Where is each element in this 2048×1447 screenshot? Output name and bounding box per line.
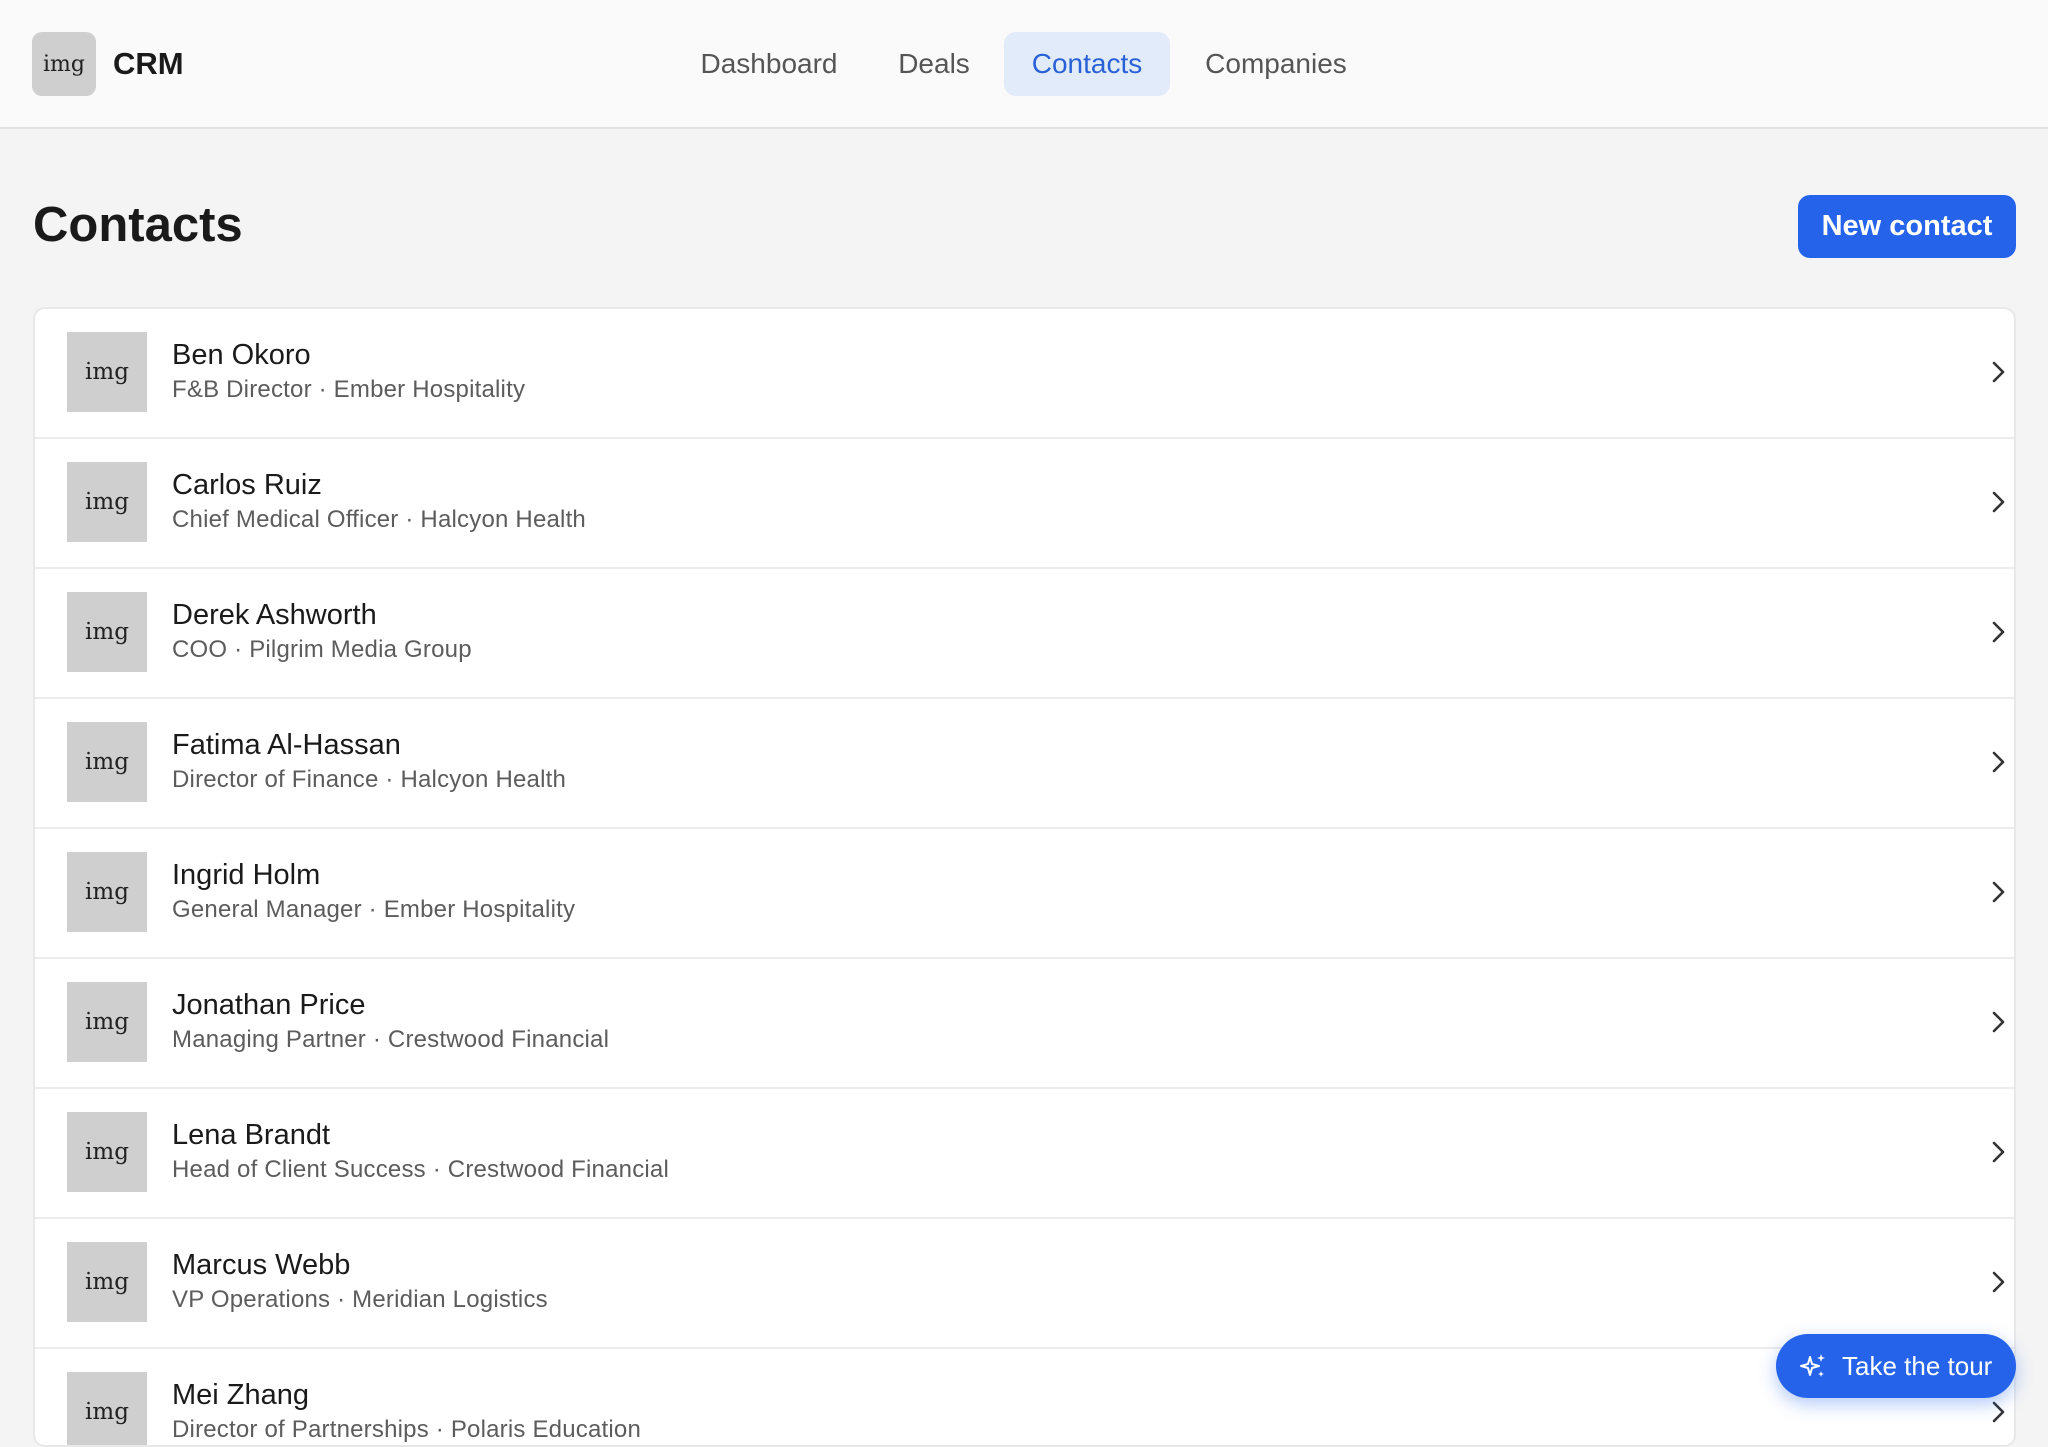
chevron-right-icon xyxy=(1992,1401,2005,1423)
avatar: img xyxy=(67,332,147,412)
contact-name: Lena Brandt xyxy=(172,1119,331,1151)
avatar: img xyxy=(67,462,147,542)
contact-row[interactable]: img Derek Ashworth COO · Pilgrim Media G… xyxy=(35,569,2014,699)
contact-name: Carlos Ruiz xyxy=(172,469,322,501)
nav-tab-dashboard[interactable]: Dashboard xyxy=(677,32,861,96)
contact-subtitle: COO · Pilgrim Media Group xyxy=(172,636,472,663)
avatar: img xyxy=(67,1242,147,1322)
top-navigation-bar: img CRM Dashboard Deals Contacts Compani… xyxy=(0,0,2048,129)
chevron-right-icon xyxy=(1992,621,2005,643)
contact-name: Ingrid Holm xyxy=(172,859,321,891)
sparkles-icon xyxy=(1800,1354,1825,1377)
contact-subtitle: Chief Medical Officer · Halcyon Health xyxy=(172,506,586,533)
contact-subtitle: Director of Partnerships · Polaris Educa… xyxy=(172,1416,641,1443)
contact-subtitle: Managing Partner · Crestwood Financial xyxy=(172,1026,610,1053)
avatar: img xyxy=(67,1112,147,1192)
chevron-right-icon xyxy=(1992,751,2005,773)
take-the-tour-button[interactable]: Take the tour xyxy=(1776,1334,2016,1398)
contact-row[interactable]: img Ben Okoro F&B Director · Ember Hospi… xyxy=(35,309,2014,439)
contact-row[interactable]: img Lena Brandt Head of Client Success ·… xyxy=(35,1089,2014,1219)
contact-subtitle: VP Operations · Meridian Logistics xyxy=(172,1286,548,1313)
avatar: img xyxy=(67,982,147,1062)
tour-button-label: Take the tour xyxy=(1842,1350,1993,1381)
chevron-right-icon xyxy=(1992,1141,2005,1163)
chevron-right-icon xyxy=(1992,881,2005,903)
page-title: Contacts xyxy=(33,198,243,252)
contact-subtitle: Director of Finance · Halcyon Health xyxy=(172,766,567,793)
contact-row[interactable]: img Carlos Ruiz Chief Medical Officer · … xyxy=(35,439,2014,569)
chevron-right-icon xyxy=(1992,1011,2005,1033)
chevron-right-icon xyxy=(1992,361,2005,383)
contact-row[interactable]: img Marcus Webb VP Operations · Meridian… xyxy=(35,1219,2014,1349)
contact-subtitle: Head of Client Success · Crestwood Finan… xyxy=(172,1156,670,1183)
avatar: img xyxy=(67,1372,147,1445)
contact-row[interactable]: img Ingrid Holm General Manager · Ember … xyxy=(35,829,2014,959)
contact-subtitle: F&B Director · Ember Hospitality xyxy=(172,376,526,403)
avatar: img xyxy=(67,852,147,932)
nav-tab-deals[interactable]: Deals xyxy=(873,32,995,96)
nav-tab-companies[interactable]: Companies xyxy=(1184,32,1368,96)
contact-row[interactable]: img Jonathan Price Managing Partner · Cr… xyxy=(35,959,2014,1089)
avatar: img xyxy=(67,722,147,802)
main-nav: Dashboard Deals Contacts Companies xyxy=(0,32,2048,96)
chevron-right-icon xyxy=(1992,1271,2005,1293)
contact-name: Jonathan Price xyxy=(172,989,366,1021)
contact-name: Derek Ashworth xyxy=(172,599,377,631)
contact-name: Fatima Al-Hassan xyxy=(172,729,401,761)
contact-name: Ben Okoro xyxy=(172,339,311,371)
avatar: img xyxy=(67,592,147,672)
contact-subtitle: General Manager · Ember Hospitality xyxy=(172,896,576,923)
chevron-right-icon xyxy=(1992,491,2005,513)
nav-tab-contacts[interactable]: Contacts xyxy=(1004,32,1170,96)
new-contact-button[interactable]: New contact xyxy=(1798,195,2016,258)
contact-name: Marcus Webb xyxy=(172,1249,351,1281)
contact-row[interactable]: img Fatima Al-Hassan Director of Finance… xyxy=(35,699,2014,829)
contact-name: Mei Zhang xyxy=(172,1379,310,1411)
contact-row[interactable]: img Mei Zhang Director of Partnerships ·… xyxy=(35,1349,2014,1445)
contacts-list: img Ben Okoro F&B Director · Ember Hospi… xyxy=(33,307,2016,1447)
